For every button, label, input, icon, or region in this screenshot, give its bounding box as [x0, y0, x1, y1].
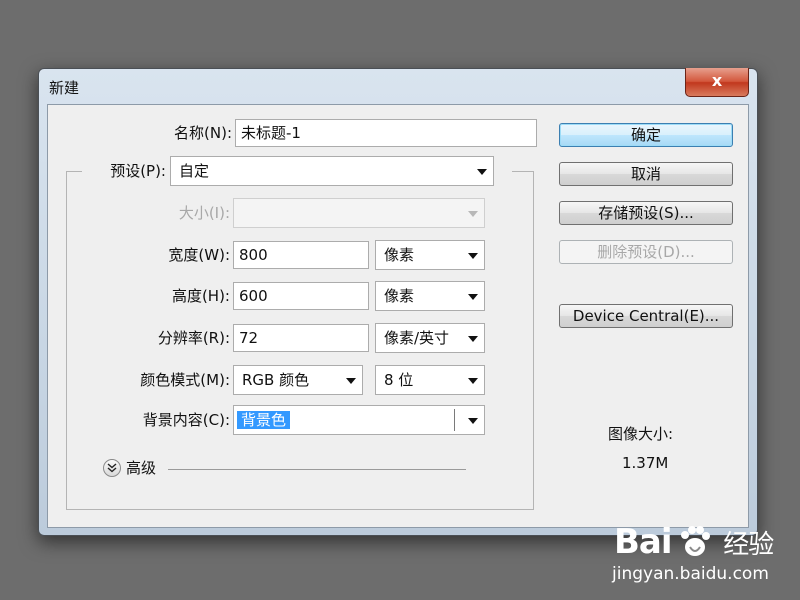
color-mode-value: RGB 颜色 [242, 371, 310, 389]
background-label: 背景内容(C): [142, 411, 230, 429]
height-unit-value: 像素 [384, 287, 415, 305]
dropdown-arrow-icon [468, 294, 478, 300]
watermark-brand-cn: 经验 [723, 530, 774, 560]
height-label: 高度(H): [171, 287, 230, 305]
close-icon: x [711, 71, 723, 90]
height-unit-select[interactable]: 像素 [375, 281, 485, 311]
width-unit-select[interactable]: 像素 [375, 240, 485, 270]
bit-depth-value: 8 位 [384, 371, 414, 389]
close-button[interactable]: x [685, 68, 749, 97]
resolution-label: 分辨率(R): [157, 329, 230, 347]
watermark-url: jingyan.baidu.com [612, 564, 769, 584]
background-value: 背景色 [237, 411, 291, 429]
dialog-title: 新建 [49, 79, 80, 97]
dropdown-arrow-icon [468, 378, 478, 384]
advanced-toggle-button[interactable] [103, 459, 121, 477]
dropdown-arrow-icon [477, 169, 487, 175]
resolution-input[interactable]: 72 [233, 324, 369, 352]
cancel-button[interactable]: 取消 [559, 162, 733, 186]
height-input[interactable]: 600 [233, 282, 369, 310]
ok-button[interactable]: 确定 [559, 123, 733, 147]
dropdown-arrow-icon [346, 378, 356, 384]
groupbox-top-right-line [512, 171, 533, 172]
expand-chevron-icon [107, 463, 117, 473]
size-select[interactable] [233, 198, 485, 228]
name-label: 名称(N): [174, 124, 232, 142]
width-input[interactable]: 800 [233, 241, 369, 269]
new-document-dialog: 新建 x 名称(N): 未标题-1 预设(P): 自定 大小(I): 宽度(W)… [38, 68, 758, 536]
width-unit-value: 像素 [384, 246, 415, 264]
color-mode-select[interactable]: RGB 颜色 [233, 365, 363, 395]
advanced-label: 高级 [126, 459, 157, 477]
image-size-label: 图像大小: [608, 425, 674, 443]
save-preset-button[interactable]: 存储预设(S)... [559, 201, 733, 225]
preset-select[interactable]: 自定 [170, 156, 494, 186]
preset-label: 预设(P): [110, 162, 166, 180]
resolution-unit-select[interactable]: 像素/英寸 [375, 323, 485, 353]
delete-preset-button[interactable]: 删除预设(D)... [559, 240, 733, 264]
color-mode-label: 颜色模式(M): [140, 371, 230, 389]
dropdown-arrow-icon [468, 253, 478, 259]
dropdown-arrow-icon [468, 211, 478, 217]
size-label: 大小(I): [178, 204, 230, 222]
dropdown-arrow-icon [468, 336, 478, 342]
watermark-logo: Bai 经验 [614, 522, 774, 562]
image-size-value: 1.37M [622, 454, 669, 472]
bit-depth-select[interactable]: 8 位 [375, 365, 485, 395]
preset-value: 自定 [179, 162, 210, 180]
advanced-divider [168, 469, 466, 470]
dialog-client-area: 名称(N): 未标题-1 预设(P): 自定 大小(I): 宽度(W): 800… [47, 104, 749, 528]
device-central-button[interactable]: Device Central(E)... [559, 304, 733, 328]
combo-divider [454, 409, 455, 431]
dropdown-arrow-icon [468, 418, 478, 424]
name-input[interactable]: 未标题-1 [235, 119, 537, 147]
resolution-unit-value: 像素/英寸 [384, 329, 450, 347]
background-select[interactable]: 背景色 [233, 405, 485, 435]
groupbox-top-left-line [66, 171, 82, 172]
watermark-brand: Bai [614, 522, 673, 562]
width-label: 宽度(W): [168, 246, 230, 264]
paw-icon [681, 526, 711, 556]
